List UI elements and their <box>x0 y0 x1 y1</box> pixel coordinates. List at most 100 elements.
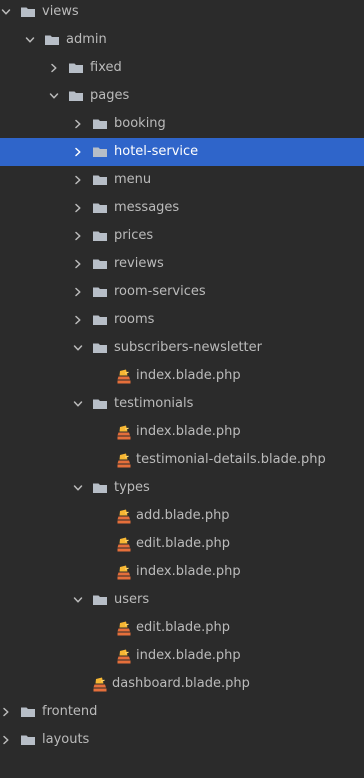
folder-row[interactable]: rooms <box>0 306 364 334</box>
folder-icon <box>93 147 107 157</box>
tree-item-label: views <box>42 4 79 19</box>
chevron-down-icon[interactable] <box>72 594 84 606</box>
chevron-right-icon[interactable] <box>72 146 84 158</box>
tree-item-label: add.blade.php <box>136 508 230 523</box>
tree-item-label: prices <box>114 228 154 243</box>
folder-row[interactable]: reviews <box>0 250 364 278</box>
chevron-down-icon[interactable] <box>72 342 84 354</box>
folder-row[interactable]: subscribers-newsletter <box>0 334 364 362</box>
chevron-down-icon[interactable] <box>72 398 84 410</box>
file-row[interactable]: index.blade.php <box>0 418 364 446</box>
chevron-right-icon[interactable] <box>72 230 84 242</box>
project-tree: views admin fixed pages booking hotel-service… <box>0 0 364 778</box>
chevron-right-icon[interactable] <box>48 62 60 74</box>
tree-item-label: edit.blade.php <box>136 620 231 635</box>
tree-item-label: fixed <box>90 60 122 75</box>
tree-item-label: pages <box>90 88 130 103</box>
chevron-right-icon[interactable] <box>72 202 84 214</box>
folder-icon <box>93 119 107 129</box>
tree-item-label: edit.blade.php <box>136 536 231 551</box>
tree-item-label: index.blade.php <box>136 564 241 579</box>
chevron-down-icon[interactable] <box>24 34 36 46</box>
tree-item-label: frontend <box>42 704 98 719</box>
folder-row[interactable]: pages <box>0 82 364 110</box>
folder-row[interactable]: layouts <box>0 726 364 754</box>
folder-icon <box>93 315 107 325</box>
folder-row[interactable]: users <box>0 586 364 614</box>
laravel-file-icon <box>117 537 131 552</box>
tree-item-label: types <box>114 480 150 495</box>
tree-item-label: messages <box>114 200 180 215</box>
file-row[interactable]: dashboard.blade.php <box>0 670 364 698</box>
file-row[interactable]: index.blade.php <box>0 558 364 586</box>
laravel-file-icon <box>117 649 131 664</box>
chevron-right-icon[interactable] <box>72 118 84 130</box>
folder-icon <box>21 7 35 17</box>
laravel-file-icon <box>117 425 131 440</box>
chevron-down-icon[interactable] <box>0 6 12 18</box>
folder-icon <box>21 707 35 717</box>
tree-item-label: users <box>114 592 150 607</box>
folder-row[interactable]: menu <box>0 166 364 194</box>
tree-item-label: layouts <box>42 732 90 747</box>
folder-row[interactable]: types <box>0 474 364 502</box>
folder-icon <box>69 63 83 73</box>
file-row[interactable]: edit.blade.php <box>0 614 364 642</box>
file-row[interactable]: edit.blade.php <box>0 530 364 558</box>
file-row[interactable]: index.blade.php <box>0 362 364 390</box>
chevron-right-icon[interactable] <box>72 314 84 326</box>
laravel-file-icon <box>117 509 131 524</box>
folder-icon <box>69 91 83 101</box>
folder-row[interactable]: admin <box>0 26 364 54</box>
tree-item-label: room-services <box>114 284 206 299</box>
tree-item-label: index.blade.php <box>136 368 241 383</box>
tree-item-label: booking <box>114 116 166 131</box>
folder-icon <box>93 287 107 297</box>
folder-row[interactable]: room-services <box>0 278 364 306</box>
file-row[interactable]: index.blade.php <box>0 642 364 670</box>
chevron-down-icon[interactable] <box>72 482 84 494</box>
tree-item-label: dashboard.blade.php <box>112 676 250 691</box>
folder-row[interactable]: fixed <box>0 54 364 82</box>
tree-item-label: testimonials <box>114 396 194 411</box>
chevron-right-icon[interactable] <box>0 734 12 746</box>
chevron-right-icon[interactable] <box>72 258 84 270</box>
chevron-right-icon[interactable] <box>72 286 84 298</box>
tree-item-label: testimonial-details.blade.php <box>136 452 326 467</box>
folder-icon <box>93 259 107 269</box>
tree-item-label: index.blade.php <box>136 648 241 663</box>
folder-icon <box>45 35 59 45</box>
laravel-file-icon <box>117 621 131 636</box>
tree-item-label: index.blade.php <box>136 424 241 439</box>
folder-row[interactable]: hotel-service <box>0 138 364 166</box>
folder-icon <box>93 203 107 213</box>
folder-icon <box>93 399 107 409</box>
folder-row[interactable]: messages <box>0 194 364 222</box>
chevron-right-icon[interactable] <box>0 706 12 718</box>
tree-item-label: hotel-service <box>114 144 199 159</box>
folder-icon <box>93 175 107 185</box>
folder-row[interactable]: frontend <box>0 698 364 726</box>
laravel-file-icon <box>117 453 131 468</box>
file-row[interactable]: add.blade.php <box>0 502 364 530</box>
folder-icon <box>93 231 107 241</box>
folder-row[interactable]: prices <box>0 222 364 250</box>
folder-icon <box>21 735 35 745</box>
folder-icon <box>93 595 107 605</box>
tree-item-label: admin <box>66 32 107 47</box>
laravel-file-icon <box>117 369 131 384</box>
tree-item-label: rooms <box>114 312 155 327</box>
folder-row[interactable]: views <box>0 0 364 26</box>
folder-icon <box>93 343 107 353</box>
folder-row[interactable]: booking <box>0 110 364 138</box>
folder-icon <box>93 483 107 493</box>
tree-item-label: subscribers-newsletter <box>114 340 262 355</box>
tree-item-label: reviews <box>114 256 164 271</box>
file-row[interactable]: testimonial-details.blade.php <box>0 446 364 474</box>
folder-row[interactable]: testimonials <box>0 390 364 418</box>
laravel-file-icon <box>117 565 131 580</box>
laravel-file-icon <box>93 677 107 692</box>
tree-item-label: menu <box>114 172 152 187</box>
chevron-down-icon[interactable] <box>48 90 60 102</box>
chevron-right-icon[interactable] <box>72 174 84 186</box>
